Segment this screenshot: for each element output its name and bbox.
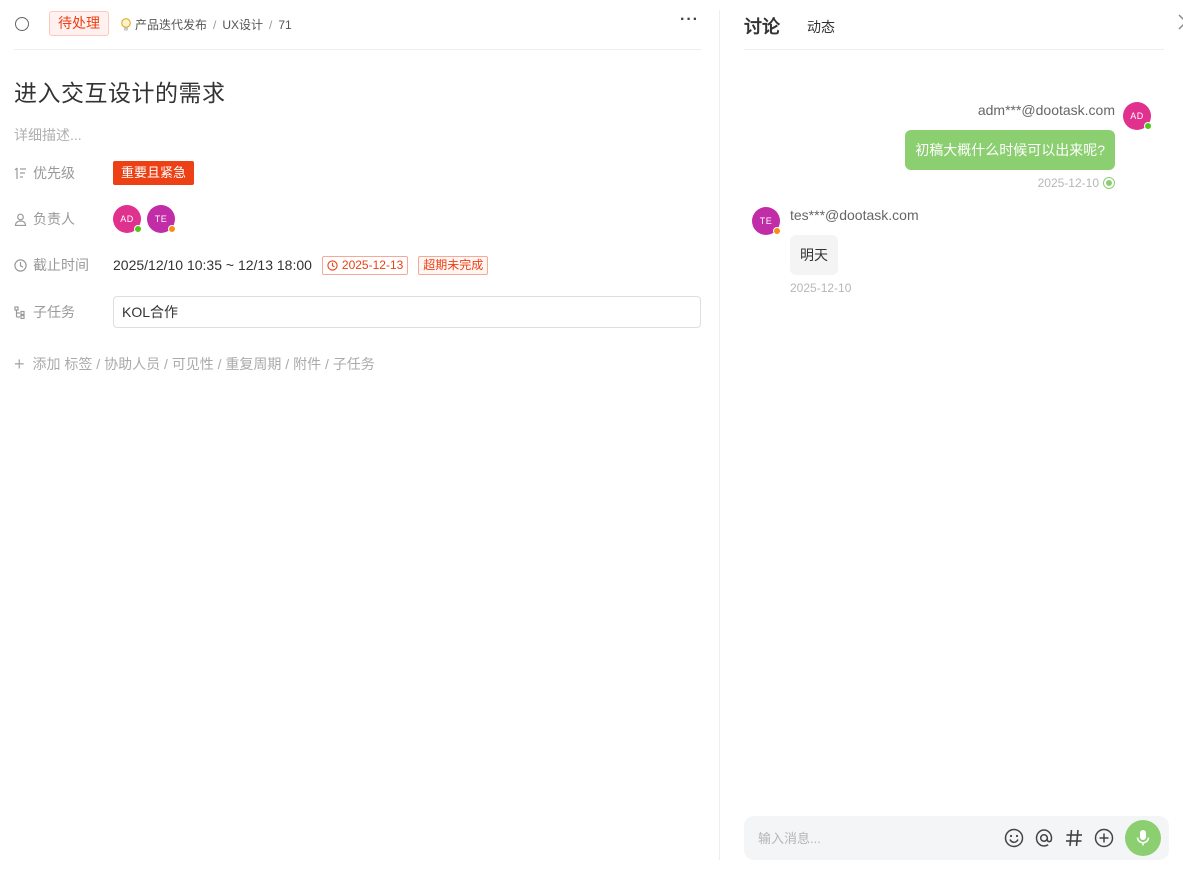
owner-label: 负责人 (14, 209, 113, 229)
task-detail-window: 待处理 产品迭代发布 / UX设计 / 71 ··· 进入交互设计的需求 详细描… (0, 0, 1183, 872)
description-input[interactable]: 详细描述... (14, 125, 82, 145)
task-header: 待处理 产品迭代发布 / UX设计 / 71 ··· (14, 10, 701, 50)
lightbulb-icon (121, 17, 131, 30)
owner-row: 负责人 AD TE (14, 205, 701, 233)
online-status-indicator (134, 225, 142, 233)
mention-icon[interactable] (1033, 827, 1055, 849)
breadcrumb: 产品迭代发布 / UX设计 / 71 (119, 16, 292, 33)
close-icon[interactable] (1178, 14, 1183, 30)
message-bubble[interactable]: 初稿大概什么时候可以出来呢? (905, 130, 1115, 170)
microphone-icon (1136, 830, 1150, 846)
deadline-label: 截止时间 (14, 255, 113, 275)
owner-avatars: AD TE (113, 205, 181, 233)
clock-icon (14, 258, 27, 272)
voice-record-button[interactable] (1125, 820, 1161, 856)
breadcrumb-task-id: 71 (278, 17, 292, 32)
online-status-indicator (1144, 122, 1152, 130)
breadcrumb-column[interactable]: UX设计 (222, 16, 263, 33)
breadcrumb-project[interactable]: 产品迭代发布 (135, 16, 207, 33)
avatar[interactable]: TE (147, 205, 176, 233)
subtask-row: 子任务 KOL合作 (14, 296, 701, 328)
read-receipt-icon (1103, 177, 1115, 189)
online-status-indicator (773, 227, 781, 235)
status-badge[interactable]: 待处理 (49, 11, 109, 36)
priority-tag[interactable]: 重要且紧急 (113, 161, 195, 185)
message-sender: tes***@dootask.com (790, 207, 919, 223)
task-detail-pane: 待处理 产品迭代发布 / UX设计 / 71 ··· 进入交互设计的需求 详细描… (0, 0, 719, 872)
user-icon (14, 213, 27, 226)
deadline-row: 截止时间 2025/12/10 10:35 ~ 12/13 18:00 2025… (14, 252, 701, 278)
avatar[interactable]: AD (113, 205, 142, 233)
alarm-clock-icon (327, 259, 338, 271)
hashtag-icon[interactable] (1063, 827, 1085, 849)
subtask-icon (14, 305, 25, 319)
priority-label: 优先级 (14, 163, 113, 183)
priority-icon (14, 167, 26, 179)
panel-tabs: 讨论 动态 (744, 0, 1183, 50)
complete-toggle-icon[interactable] (15, 17, 29, 31)
discussion-pane: 讨论 动态 adm***@dootask.com AD 初稿大概什么时候可以出来… (720, 0, 1183, 872)
emoji-icon[interactable] (1003, 827, 1025, 849)
task-title[interactable]: 进入交互设计的需求 (14, 74, 226, 108)
subtask-label: 子任务 (14, 302, 113, 322)
subtask-input[interactable]: KOL合作 (113, 296, 701, 328)
message-input[interactable] (758, 816, 988, 860)
overdue-badge: 超期未完成 (418, 255, 489, 275)
tab-discussion[interactable]: 讨论 (744, 13, 780, 39)
deadline-range[interactable]: 2025/12/10 10:35 ~ 12/13 18:00 (113, 257, 312, 273)
plus-icon: + (14, 354, 25, 374)
deadline-date-tag: 2025-12-13 (321, 255, 409, 275)
message-time: 2025-12-10 (790, 281, 852, 295)
priority-row: 优先级 重要且紧急 (14, 160, 701, 186)
message-composer (744, 816, 1169, 860)
add-attachment-icon[interactable] (1093, 827, 1115, 849)
tab-activity[interactable]: 动态 (807, 17, 835, 37)
avatar[interactable]: TE (752, 207, 781, 235)
message-sender: adm***@dootask.com (977, 102, 1115, 118)
add-more-fields-button[interactable]: + 添加 标签 / 协助人员 / 可见性 / 重复周期 / 附件 / 子任务 (14, 354, 375, 374)
message-time: 2025-12-10 (1038, 176, 1115, 190)
avatar[interactable]: AD (1123, 102, 1152, 130)
message-bubble[interactable]: 明天 (790, 235, 838, 275)
more-options-icon[interactable]: ··· (680, 12, 699, 28)
online-status-indicator (168, 225, 176, 233)
